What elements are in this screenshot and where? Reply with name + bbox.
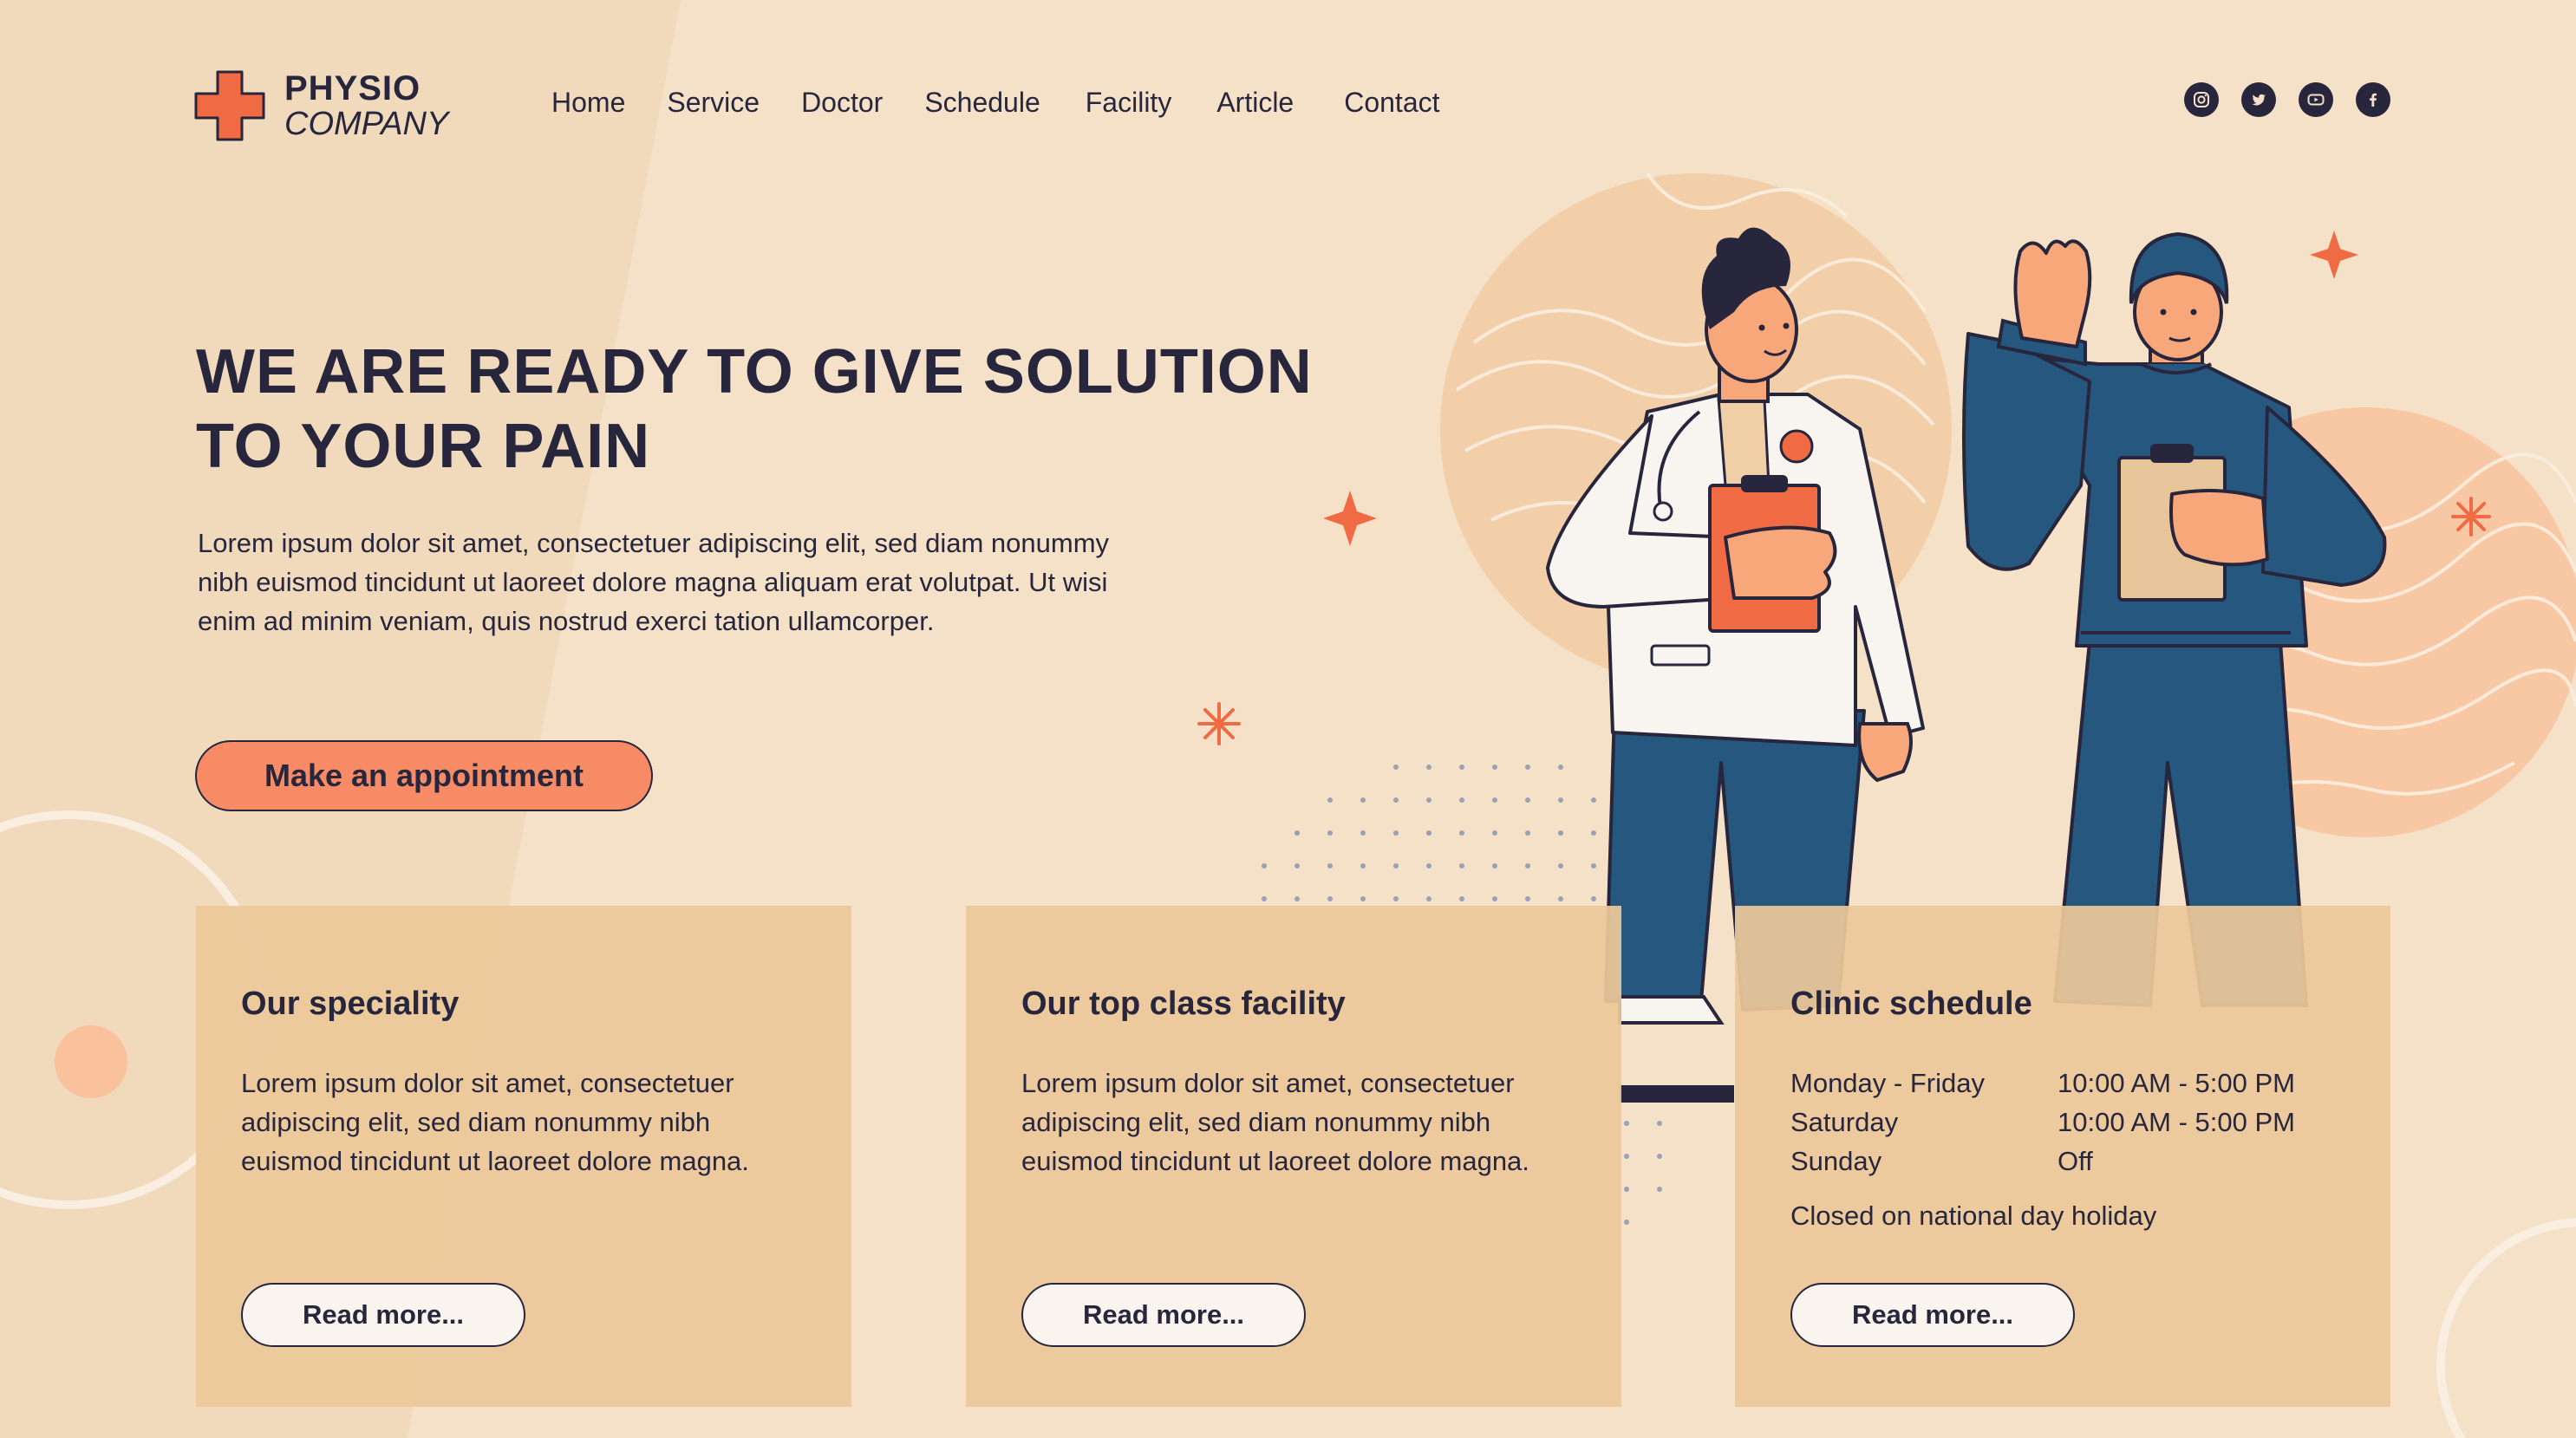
nav-contact[interactable]: Contact — [1344, 87, 1439, 119]
brand-logo[interactable]: PHYSIO COMPANY — [194, 69, 448, 142]
schedule-day: Saturday — [1790, 1107, 1899, 1137]
instagram-icon[interactable] — [2184, 82, 2219, 117]
read-more-button[interactable]: Read more... — [1021, 1283, 1306, 1347]
card-title: Our speciality — [241, 986, 460, 1022]
card-text: Lorem ipsum dolor sit amet, consectetuer… — [241, 1068, 749, 1176]
card-text: Lorem ipsum dolor sit amet, consectetuer… — [1021, 1068, 1529, 1176]
hero-title: WE ARE READY TO GIVE SOLUTION TO YOUR PA… — [196, 335, 1410, 484]
nav-facility[interactable]: Facility — [1086, 87, 1172, 119]
nav-home[interactable]: Home — [551, 87, 625, 119]
youtube-icon[interactable] — [2299, 82, 2333, 117]
schedule-row: Saturday 10:00 AM - 5:00 PM — [1790, 1103, 2345, 1142]
make-appointment-button[interactable]: Make an appointment — [195, 740, 653, 811]
read-more-button[interactable]: Read more... — [1790, 1283, 2075, 1347]
schedule-day: Sunday — [1790, 1146, 1882, 1176]
schedule-row: Sunday Off — [1790, 1142, 2345, 1181]
schedule-hours: 10:00 AM - 5:00 PM — [2058, 1068, 2295, 1098]
hero-title-line2: TO YOUR PAIN — [196, 412, 651, 481]
nav-doctor[interactable]: Doctor — [801, 87, 883, 119]
nav-article[interactable]: Article — [1216, 87, 1294, 119]
schedule-row: Monday - Friday 10:00 AM - 5:00 PM — [1790, 1064, 2345, 1103]
brand-name-line1: PHYSIO — [284, 69, 421, 107]
twitter-icon[interactable] — [2241, 82, 2276, 117]
schedule-hours: Off — [2058, 1146, 2093, 1176]
facility-card: Our top class facility Lorem ipsum dolor… — [966, 906, 1621, 1407]
schedule-day: Monday - Friday — [1790, 1068, 1985, 1098]
nav-schedule[interactable]: Schedule — [924, 87, 1040, 119]
facebook-icon[interactable] — [2356, 82, 2390, 117]
schedule-table: Monday - Friday 10:00 AM - 5:00 PM Satur… — [1790, 1064, 2345, 1235]
clinic-schedule-card: Clinic schedule Monday - Friday 10:00 AM… — [1735, 906, 2390, 1407]
hero-description: Lorem ipsum dolor sit amet, consectetuer… — [198, 528, 1110, 636]
schedule-hours: 10:00 AM - 5:00 PM — [2058, 1107, 2295, 1137]
main-nav: Home Service Doctor Schedule Facility Ar… — [551, 80, 1482, 125]
brand-name-line2: COMPANY — [284, 106, 449, 142]
hero-title-line1: WE ARE READY TO GIVE SOLUTION — [196, 337, 1313, 407]
brand-wordmark: PHYSIO COMPANY — [284, 71, 448, 140]
medical-cross-icon — [194, 70, 265, 141]
read-more-button[interactable]: Read more... — [241, 1283, 525, 1347]
speciality-card: Our speciality Lorem ipsum dolor sit ame… — [196, 906, 851, 1407]
nav-service[interactable]: Service — [667, 87, 760, 119]
card-title: Clinic schedule — [1790, 986, 2032, 1022]
schedule-note: Closed on national day holiday — [1790, 1201, 2157, 1231]
card-title: Our top class facility — [1021, 986, 1346, 1022]
social-links — [2162, 82, 2390, 117]
